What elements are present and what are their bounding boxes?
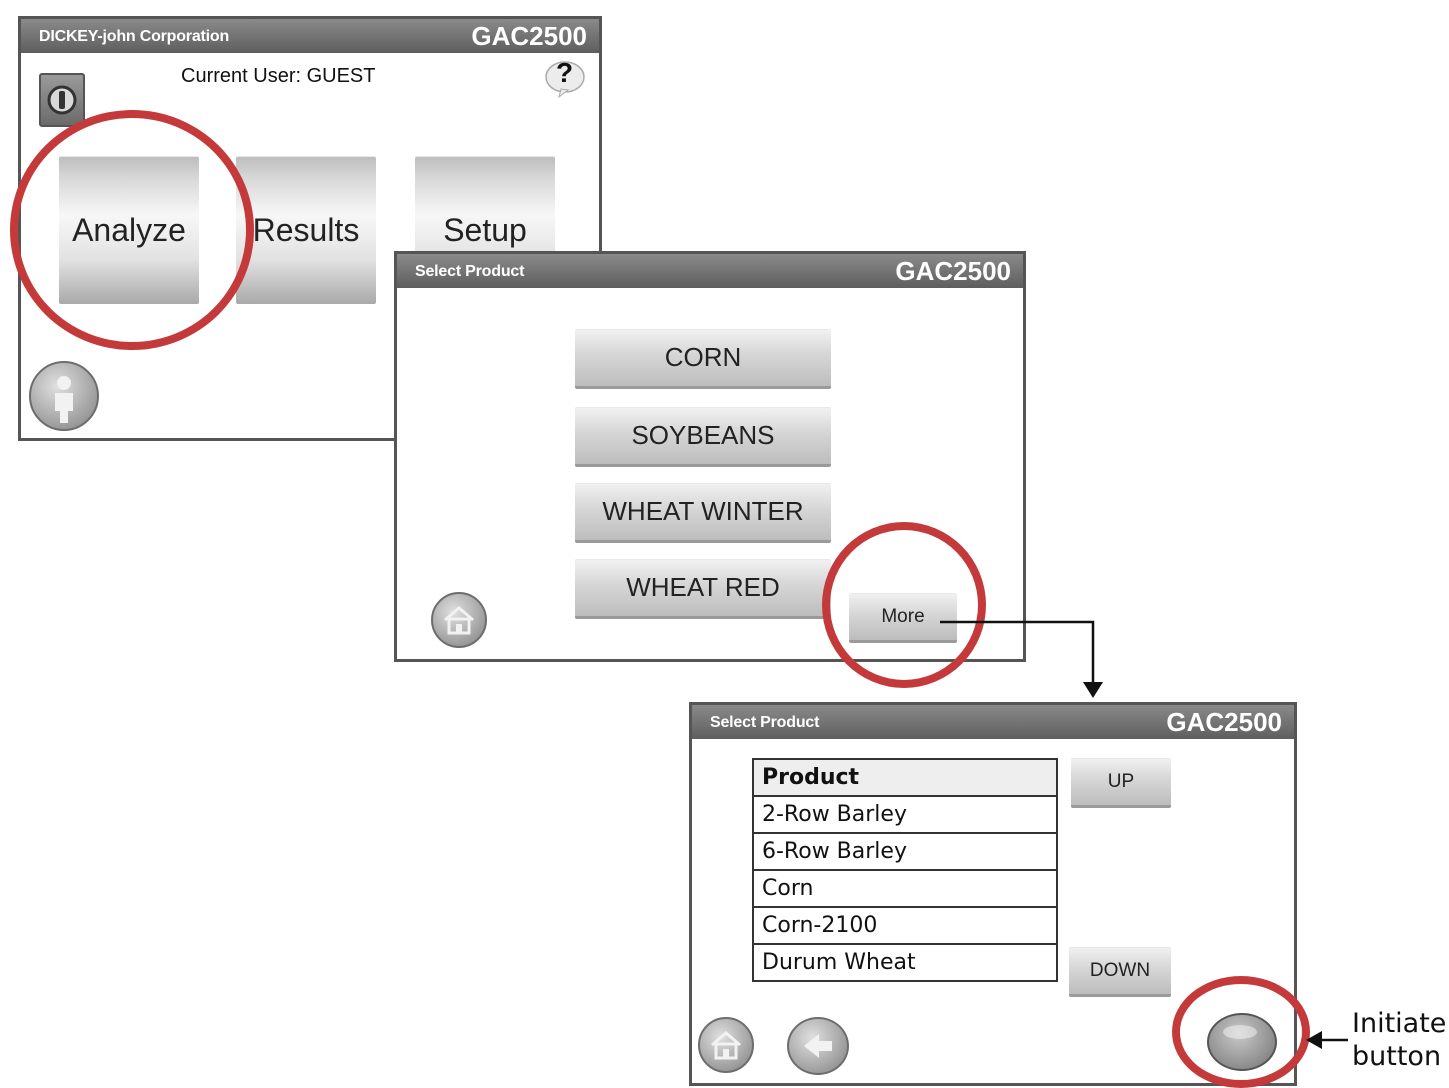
home-icon [444,606,474,635]
initiate-pointer-arrowhead [1306,1031,1322,1049]
product-table: Product 2-Row Barley 6-Row Barley Corn C… [752,758,1058,982]
up-label: UP [1107,770,1135,792]
product-list-titlebar: Select Product GAC2500 [692,705,1294,739]
initiate-annotation-line2: button [1352,1041,1442,1072]
help-button[interactable]: ? [543,57,587,99]
product-button-wheat-winter[interactable]: WHEAT WINTER [575,483,831,543]
product-button-label: WHEAT RED [626,572,780,602]
product-button-corn[interactable]: CORN [575,329,831,389]
setup-label: Setup [443,211,527,248]
table-header: Product [752,758,1058,797]
main-menu-titlebar: DICKEY-john Corporation GAC2500 [21,19,599,53]
power-button[interactable] [39,73,85,127]
results-label: Results [252,211,360,248]
up-button[interactable]: UP [1071,758,1171,808]
table-row[interactable]: 2-Row Barley [752,795,1058,834]
table-row[interactable]: Durum Wheat [752,943,1058,982]
window-title: DICKEY-john Corporation [39,28,230,45]
window-title: Select Product [710,714,820,731]
current-user-label: Current User: GUEST [181,65,376,87]
user-button[interactable] [29,361,99,431]
back-arrow-icon [804,1034,832,1058]
initiate-icon [1223,1025,1257,1039]
initiate-annotation: Initiate button [1352,1007,1446,1073]
help-glyph: ? [556,57,574,88]
product-button-wheat-red[interactable]: WHEAT RED [575,559,831,619]
table-row[interactable]: 6-Row Barley [752,832,1058,871]
home-icon [711,1031,741,1060]
model-name: GAC2500 [1166,707,1282,737]
down-button[interactable]: DOWN [1069,947,1171,997]
more-to-list-arrowhead [1083,682,1103,698]
product-button-label: SOYBEANS [631,420,775,450]
user-icon [55,376,73,423]
initiate-annotation-line1: Initiate [1352,1008,1447,1039]
model-name: GAC2500 [471,21,587,51]
table-row[interactable]: Corn [752,869,1058,908]
product-button-soybeans[interactable]: SOYBEANS [575,407,831,467]
down-label: DOWN [1089,959,1151,981]
model-name: GAC2500 [895,256,1011,286]
window-title: Select Product [415,263,525,280]
more-button[interactable]: More [849,593,957,643]
home-button[interactable] [431,592,487,648]
product-button-label: WHEAT WINTER [602,496,804,526]
results-button[interactable]: Results [236,156,376,304]
analyze-button[interactable]: Analyze [59,156,199,304]
power-icon [47,85,77,115]
more-label: More [881,605,925,627]
product-button-label: CORN [664,342,742,372]
home-button[interactable] [698,1017,754,1073]
initiate-button[interactable] [1207,1013,1277,1071]
select-product-titlebar: Select Product GAC2500 [397,254,1023,288]
select-product-screen: Select Product GAC2500 CORN SOYBEANS WHE… [394,251,1026,662]
analyze-label: Analyze [72,211,186,248]
product-list-screen: Select Product GAC2500 Product 2-Row Bar… [689,702,1297,1086]
table-row[interactable]: Corn-2100 [752,906,1058,945]
back-button[interactable] [787,1017,849,1075]
